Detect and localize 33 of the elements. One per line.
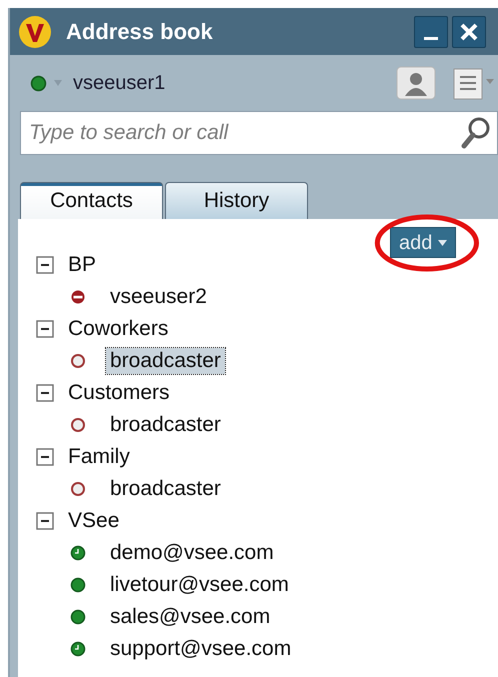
group-name[interactable]: BP xyxy=(68,249,96,281)
contact-name[interactable]: vseeuser2 xyxy=(106,284,211,310)
contact-name[interactable]: broadcaster xyxy=(106,348,225,374)
collapse-icon[interactable] xyxy=(36,256,54,274)
contact-name[interactable]: sales@vsee.com xyxy=(106,604,274,630)
collapse-icon[interactable] xyxy=(36,320,54,338)
tab[interactable]: Contacts xyxy=(20,182,163,219)
contact-name[interactable]: livetour@vsee.com xyxy=(106,572,293,598)
tab[interactable]: History xyxy=(165,182,308,219)
collapse-icon[interactable] xyxy=(36,448,54,466)
close-icon xyxy=(459,22,479,42)
contact-name[interactable]: demo@vsee.com xyxy=(106,540,278,566)
window-title: Address book xyxy=(66,18,213,46)
profile-button[interactable] xyxy=(396,66,436,100)
search-field[interactable]: Type to search or call xyxy=(20,111,498,155)
minimize-icon xyxy=(424,37,438,40)
add-button[interactable]: add xyxy=(390,227,456,258)
close-button[interactable] xyxy=(452,16,486,48)
contact-name[interactable]: broadcaster xyxy=(106,476,225,502)
group-name[interactable]: VSee xyxy=(68,505,120,537)
status-dot-icon[interactable] xyxy=(30,74,47,92)
group-name[interactable]: Family xyxy=(68,441,130,473)
collapse-icon[interactable] xyxy=(36,512,54,530)
vsee-logo-icon xyxy=(18,14,52,48)
search-icon[interactable] xyxy=(460,116,492,150)
group-name[interactable]: Customers xyxy=(68,377,170,409)
minimize-button[interactable] xyxy=(414,16,448,48)
contact-name[interactable]: support@vsee.com xyxy=(106,636,296,662)
contact-name[interactable]: broadcaster xyxy=(106,412,225,438)
caret-icon xyxy=(438,240,448,246)
collapse-icon[interactable] xyxy=(36,384,54,402)
group-name[interactable]: Coworkers xyxy=(68,313,168,345)
user-name: vseeuser1 xyxy=(73,71,166,96)
